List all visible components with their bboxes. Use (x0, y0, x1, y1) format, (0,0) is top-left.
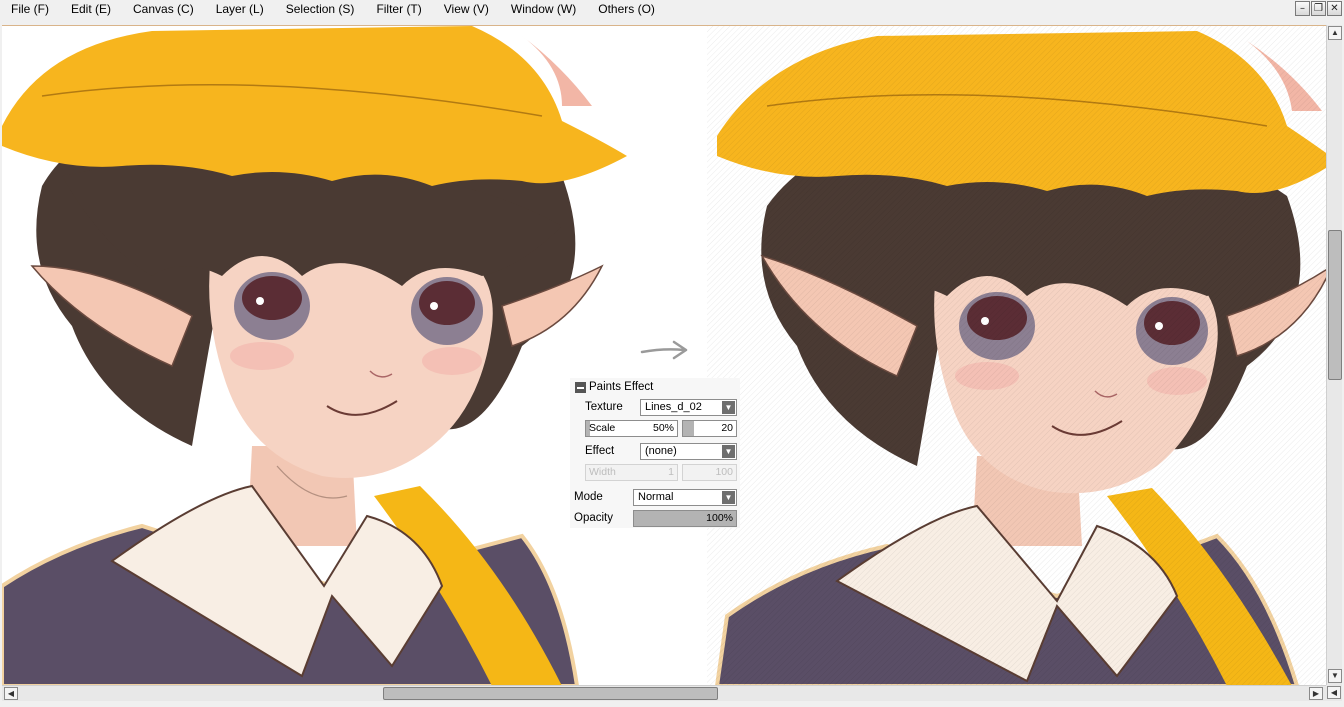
width-slider: Width 1 (585, 464, 678, 481)
paints-effect-header[interactable]: Paints Effect (575, 381, 653, 393)
effect-value: (none) (645, 445, 677, 457)
menu-filter[interactable]: Filter (T) (365, 0, 432, 19)
menu-others[interactable]: Others (O) (587, 0, 666, 19)
strength-slider-fill (683, 421, 694, 436)
menu-window[interactable]: Window (W) (500, 0, 587, 19)
menu-selection[interactable]: Selection (S) (275, 0, 366, 19)
paints-effect-title: Paints Effect (589, 381, 654, 393)
menu-edit[interactable]: Edit (E) (60, 0, 122, 19)
scroll-left-icon[interactable]: ◀ (4, 687, 18, 700)
width-secondary-slider: 100 (682, 464, 737, 481)
texture-value: Lines_d_02 (645, 401, 702, 413)
mode-dropdown[interactable]: Normal ▼ (633, 489, 737, 506)
maximize-button[interactable]: ❐ (1311, 1, 1326, 16)
paints-effect-panel: Paints Effect Texture Lines_d_02 ▼ Scale… (570, 378, 740, 528)
scroll-up-icon[interactable]: ▲ (1328, 26, 1342, 40)
menu-canvas[interactable]: Canvas (C) (122, 0, 205, 19)
illustration-with-texture-effect (707, 26, 1326, 685)
width-secondary-value: 100 (715, 466, 733, 478)
width-label: Width (589, 466, 616, 478)
effect-label: Effect (585, 445, 615, 457)
texture-dropdown[interactable]: Lines_d_02 ▼ (640, 399, 737, 416)
texture-label: Texture (585, 401, 623, 413)
opacity-label: Opacity (574, 512, 613, 524)
horizontal-scroll-thumb[interactable] (383, 687, 718, 700)
canvas-area[interactable] (2, 25, 1326, 685)
window-controls: – ❐ ✕ (1295, 1, 1342, 16)
effect-dropdown[interactable]: (none) ▼ (640, 443, 737, 460)
scroll-left-icon[interactable]: ◀ (1327, 686, 1341, 699)
hat-shape (2, 26, 627, 186)
paint-tool-sai-window: File (F) Edit (E) Canvas (C) Layer (L) S… (0, 0, 1344, 707)
chevron-down-icon[interactable]: ▼ (722, 491, 735, 504)
strength-value: 20 (721, 422, 733, 434)
scale-value: 50% (652, 422, 674, 434)
minimize-button[interactable]: – (1295, 1, 1310, 16)
mode-value: Normal (638, 491, 674, 503)
opacity-value: 100% (706, 512, 733, 524)
menu-file[interactable]: File (F) (0, 0, 60, 19)
horizontal-scrollbar[interactable]: ◀ ▶ (2, 685, 1326, 701)
texture-strength-slider[interactable]: 20 (682, 420, 737, 437)
vertical-scroll-thumb[interactable] (1328, 230, 1342, 380)
menu-bar: File (F) Edit (E) Canvas (C) Layer (L) S… (0, 0, 1344, 19)
chevron-down-icon[interactable]: ▼ (722, 445, 735, 458)
vertical-scrollbar[interactable]: ▲ ▼ (1326, 25, 1342, 685)
menu-layer[interactable]: Layer (L) (205, 0, 275, 19)
opacity-slider[interactable]: 100% (633, 510, 737, 527)
mode-label: Mode (574, 491, 603, 503)
chevron-down-icon[interactable]: ▼ (722, 401, 735, 414)
menu-view[interactable]: View (V) (433, 0, 500, 19)
scale-label: Scale (589, 422, 616, 434)
original-illustration (2, 26, 627, 685)
scrollbar-corner: ◀ (1326, 685, 1342, 701)
right-arrow-icon (640, 340, 688, 360)
width-value: 1 (668, 466, 674, 478)
scroll-down-icon[interactable]: ▼ (1328, 669, 1342, 683)
scale-slider[interactable]: Scale 50% (585, 420, 678, 437)
close-button[interactable]: ✕ (1327, 1, 1342, 16)
scroll-right-icon[interactable]: ▶ (1309, 687, 1323, 700)
collapse-icon[interactable] (575, 381, 586, 393)
